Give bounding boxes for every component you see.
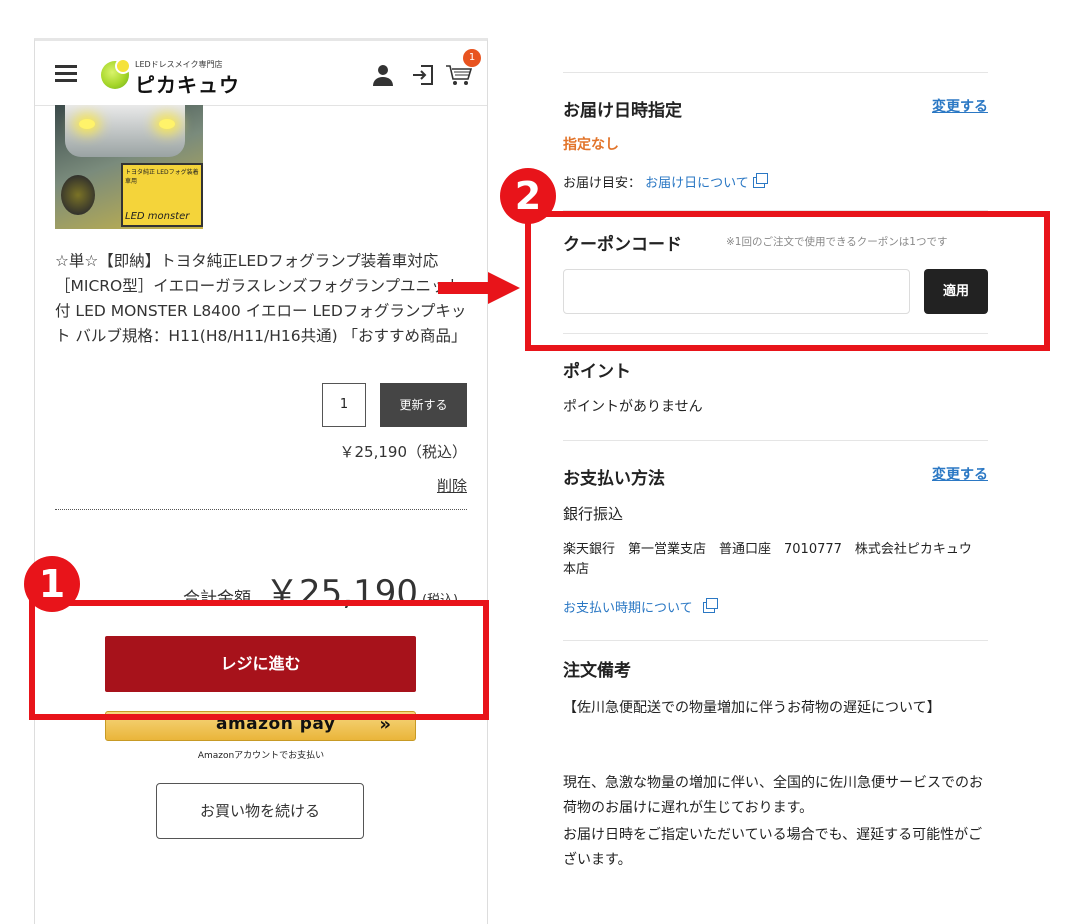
site-logo[interactable]: LEDドレスメイク専門店 ピカキュウ [101, 55, 251, 97]
notes-title: 注文備考 [563, 661, 631, 681]
quantity-input[interactable]: 1 [322, 383, 366, 427]
mobile-cart-panel: LEDドレスメイク専門店 ピカキュウ 1 トヨタ純正 LEDフォグ装着車用 LE… [34, 38, 488, 924]
divider [563, 72, 988, 73]
payment-title: お支払い方法 [563, 469, 665, 489]
product-image[interactable]: トヨタ純正 LEDフォグ装着車用 LED monster [55, 105, 203, 229]
continue-shopping-button[interactable]: お買い物を続ける [156, 783, 364, 839]
delivery-info-link[interactable]: お届け日について [645, 176, 749, 191]
amazon-pay-caption: Amazonアカウントでお支払い [197, 751, 325, 761]
points-title: ポイント [563, 362, 631, 382]
user-icon[interactable] [371, 63, 395, 87]
notes-body-1: 現在、急激な物量の増加に伴い、全国的に佐川急便サービスでのお荷物のお届けに遅れが… [563, 775, 983, 816]
checkout-details-panel: お届け日時指定 変更する 指定なし お届け目安： お届け日について クーポンコー… [563, 0, 988, 921]
logo-mark-icon [101, 58, 131, 89]
image-label: トヨタ純正 LEDフォグ装着車用 [125, 169, 199, 185]
delivery-estimate: お届け目安： お届け日について [563, 172, 768, 191]
checkout-highlight-box [29, 600, 489, 720]
step-2-badge: 2 [500, 168, 556, 224]
payment-method: 銀行振込 [563, 505, 624, 523]
payment-timing-link[interactable]: お支払い時期について [563, 601, 693, 616]
payment-change-link[interactable]: 変更する [932, 464, 988, 484]
notes-body-2: お届け日時をご指定いただいている場合でも、遅延する可能性がございます。 [563, 827, 983, 868]
delivery-estimate-label: お届け目安： [563, 176, 642, 191]
fog-unit-illustration [61, 175, 95, 215]
fog-lamp-left [79, 119, 95, 129]
divider [563, 640, 988, 641]
logo-text: ピカキュウ [135, 73, 240, 97]
step-1-badge: 1 [24, 556, 80, 612]
notes-heading: 【佐川急便配送での物量増加に伴うお荷物の遅延について】 [563, 700, 941, 716]
delete-link[interactable]: 削除 [437, 475, 467, 496]
delivery-change-link[interactable]: 変更する [932, 96, 988, 116]
image-brand: LED monster [125, 211, 190, 222]
fog-lamp-right [159, 119, 175, 129]
update-button[interactable]: 更新する [380, 383, 467, 427]
menu-icon[interactable] [55, 65, 77, 82]
external-link-icon [702, 598, 718, 613]
external-link-icon [752, 173, 768, 188]
delivery-value: 指定なし [563, 137, 619, 153]
payment-timing: お支払い時期について [563, 597, 718, 616]
login-icon[interactable] [411, 63, 435, 87]
coupon-highlight-box [525, 211, 1050, 351]
divider [55, 509, 467, 510]
divider [563, 440, 988, 441]
product-title[interactable]: ☆単☆【即納】トヨタ純正LEDフォグランプ装着車対応［MICRO型］イエローガラ… [55, 249, 473, 349]
car-illustration [65, 105, 185, 157]
arrow-right-icon [438, 272, 520, 304]
points-value: ポイントがありません [563, 399, 703, 415]
cart-count-badge: 1 [463, 49, 481, 67]
bank-info: 楽天銀行 第一営業支店 普通口座 7010777 株式会社ピカキュウ 本店 [563, 542, 985, 577]
item-price: ￥25,190（税込） [339, 443, 468, 461]
delivery-title: お届け日時指定 [563, 101, 682, 121]
site-header: LEDドレスメイク専門店 ピカキュウ 1 [35, 41, 487, 106]
